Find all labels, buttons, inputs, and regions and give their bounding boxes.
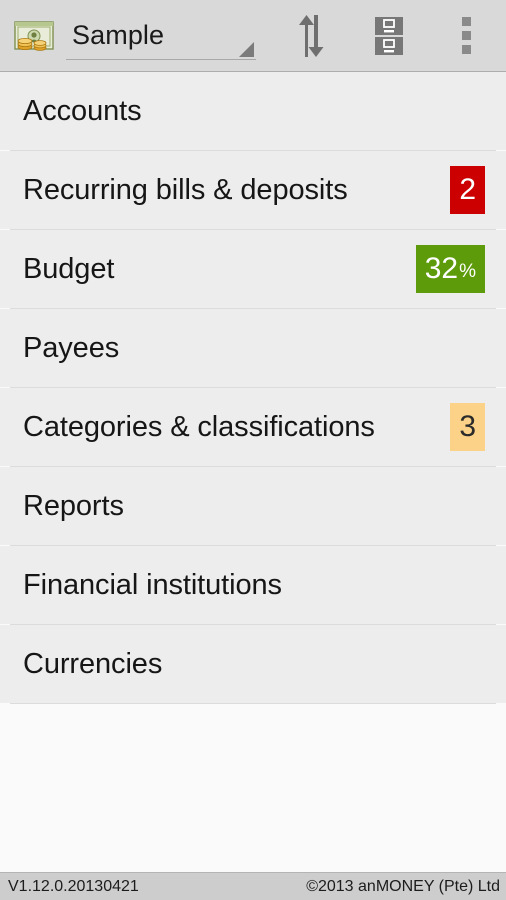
main-menu-list[interactable]: Accounts Recurring bills & deposits 2 Bu… xyxy=(0,72,506,872)
list-item-label: Financial institutions xyxy=(23,568,282,601)
list-item-label: Budget xyxy=(23,252,115,285)
list-item-label: Categories & classifications xyxy=(23,410,375,443)
badge-suffix: % xyxy=(459,260,476,282)
up-down-arrows-icon[interactable] xyxy=(272,0,350,72)
action-bar-actions xyxy=(272,0,506,71)
dropdown-triangle-icon xyxy=(239,41,254,57)
list-item-payees[interactable]: Payees xyxy=(0,309,506,387)
app-root: Sample Accounts Recurring bills & deposi… xyxy=(0,0,506,900)
status-badge: 2 xyxy=(450,166,485,214)
spinner-selected-label: Sample xyxy=(72,19,165,50)
status-badge: 32% xyxy=(415,245,485,293)
list-item-label: Reports xyxy=(23,489,124,522)
list-item-accounts[interactable]: Accounts xyxy=(0,72,506,150)
list-item-label: Recurring bills & deposits xyxy=(23,173,348,206)
badge-value: 32 xyxy=(424,252,459,285)
action-bar: Sample xyxy=(0,0,506,76)
three-dots-vertical-icon[interactable] xyxy=(428,0,506,72)
list-item-label: Accounts xyxy=(23,94,142,127)
status-badge: 3 xyxy=(450,403,485,451)
list-item-label: Payees xyxy=(23,331,120,364)
list-empty-area xyxy=(0,704,506,872)
status-bar: V1.12.0.20130421 ©2013 anMONEY (Pte) Ltd xyxy=(0,872,506,900)
list-item-categories-classifications[interactable]: Categories & classifications 3 xyxy=(0,388,506,466)
badge-value: 2 xyxy=(459,173,476,206)
money-banknote-coins-icon xyxy=(14,19,54,53)
account-book-spinner[interactable]: Sample xyxy=(66,12,256,60)
list-item-reports[interactable]: Reports xyxy=(0,467,506,545)
list-item-recurring-bills-deposits[interactable]: Recurring bills & deposits 2 xyxy=(0,151,506,229)
copyright-label: ©2013 anMONEY (Pte) Ltd xyxy=(306,877,500,895)
badge-value: 3 xyxy=(459,410,476,443)
filing-cabinet-icon[interactable] xyxy=(350,0,428,72)
list-item-financial-institutions[interactable]: Financial institutions xyxy=(0,546,506,624)
list-item-label: Currencies xyxy=(23,647,163,680)
list-item-currencies[interactable]: Currencies xyxy=(0,625,506,703)
list-item-budget[interactable]: Budget 32% xyxy=(0,230,506,308)
app-version-label: V1.12.0.20130421 xyxy=(8,877,139,895)
